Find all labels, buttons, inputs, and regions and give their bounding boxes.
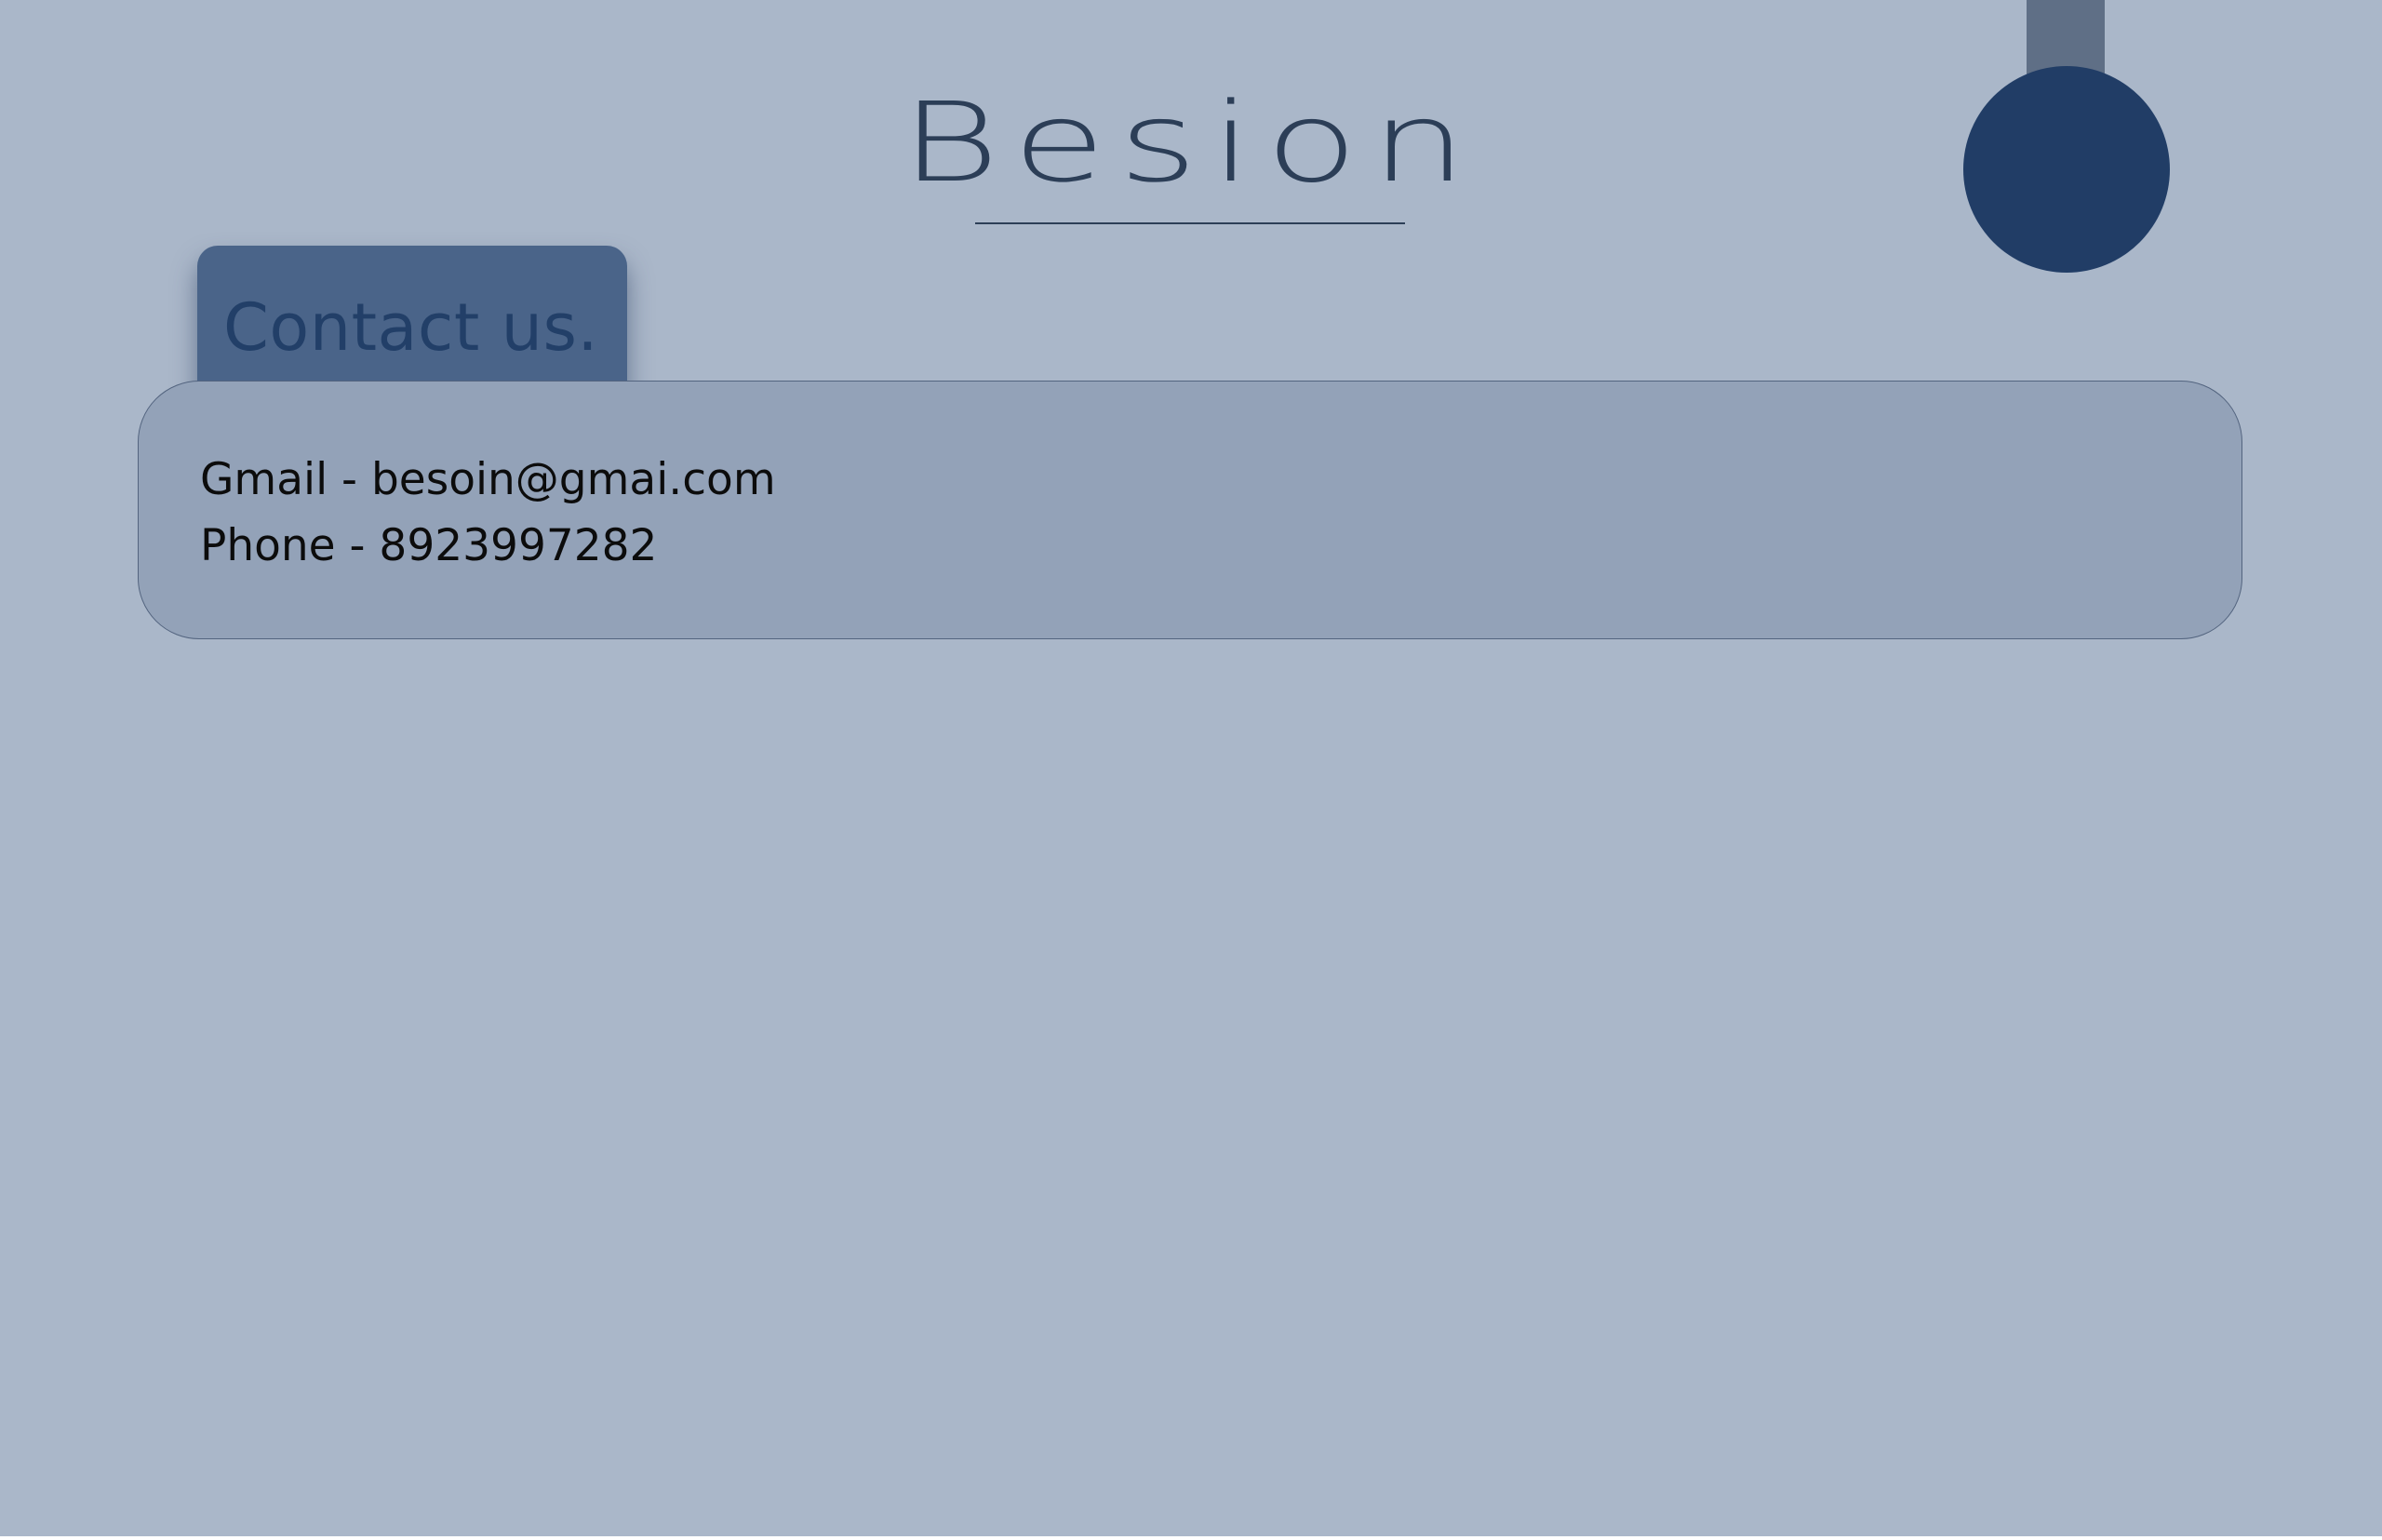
brand-underline [975,222,1405,224]
page-bottom-edge [0,1536,2382,1540]
gmail-contact: Gmail - besoin@gmai.com [200,454,776,505]
phone-contact: Phone - 8923997282 [200,520,658,571]
contact-tab-label: Contact us. [223,289,599,366]
brand-title[interactable]: Besion [893,82,1487,203]
contact-info-card: Gmail - besoin@gmai.com Phone - 89239972… [138,381,2242,639]
contact-page: Besion Contact us. Gmail - besoin@gmai.c… [0,0,2382,1540]
brand-header: Besion [901,82,1466,224]
pendant-circle-icon [1963,66,2170,273]
